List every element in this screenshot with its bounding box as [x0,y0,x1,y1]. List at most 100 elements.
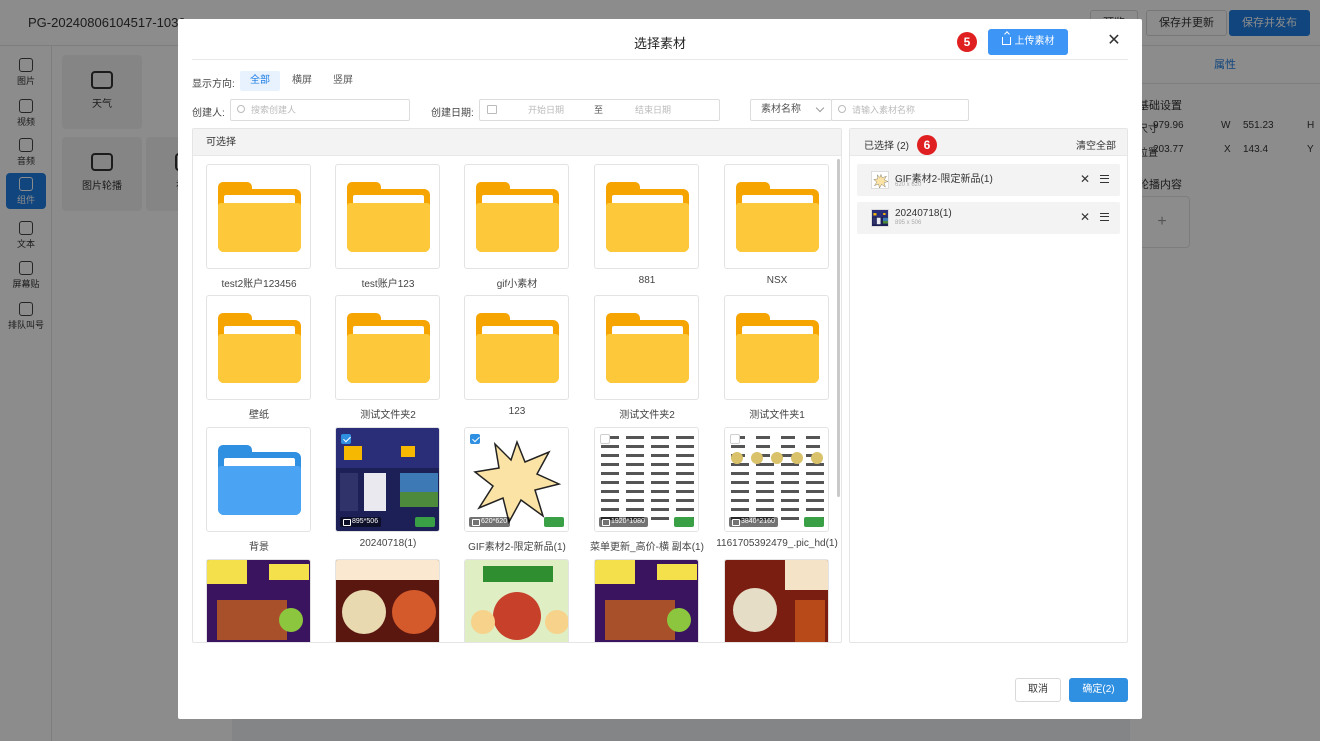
tile-label: 1161705392479_.pic_hd(1) [716,538,838,549]
tile-label: 测试文件夹2 [360,410,416,421]
available-pane: 可选择 test2账户123456 test账户123 gif小素材 881 NSX 壁纸… [192,128,842,643]
folder-tile[interactable] [206,295,311,400]
type-badge [544,517,564,527]
image-tile[interactable] [594,559,699,642]
selected-item[interactable]: GIF素材2-限定新品(1) 620 x 620 ✕ [857,164,1120,196]
selected-pane: 已选择 (2) 清空全部 GIF素材2-限定新品(1) 620 x 620 ✕ 202… [849,128,1128,643]
tile-label: gif小素材 [496,279,538,290]
close-icon[interactable]: ✕ [1105,31,1123,51]
selected-heading: 已选择 (2) [864,141,910,152]
orientation-label: 显示方向: [192,79,235,90]
selected-item[interactable]: 20240718(1) 895 x 506 ✕ [857,202,1120,234]
dimension-tag: 1920*1080 [599,517,648,527]
folder-icon [476,182,559,252]
step-badge-upload: 5 [957,32,977,52]
folder-tile[interactable] [464,164,569,269]
image-tile[interactable] [206,559,311,642]
tile-label: GIF素材2-限定新品(1) [468,542,566,553]
folder-tile[interactable] [206,427,311,532]
select-checkbox[interactable] [730,434,740,444]
thumbnail-image [336,560,439,642]
creator-placeholder: 搜索创建人 [251,105,297,115]
image-tile[interactable]: 1920*1080 [594,427,699,532]
date-start-placeholder: 开始日期 [528,105,565,115]
image-tile[interactable] [335,559,440,642]
selected-thumbnail [871,209,889,227]
folder-icon [736,313,819,383]
select-checkbox[interactable] [600,434,610,444]
date-end-placeholder: 结束日期 [635,105,672,115]
upload-material-button[interactable]: 上传素材 [988,29,1068,55]
selected-item-dimensions: 895 x 506 [895,220,922,226]
image-tile[interactable]: 895*506 [335,427,440,532]
selected-count: (2) [896,141,910,152]
drag-handle-icon[interactable] [1100,175,1109,183]
folder-tile[interactable] [335,164,440,269]
type-badge [674,517,694,527]
tile-label: 背景 [249,542,269,553]
select-material-dialog: 选择素材 5 上传素材 ✕ 显示方向: 全部 横屏 竖屏 创建人: 搜索创建人 … [178,19,1142,719]
search-icon [237,105,245,113]
image-tile[interactable]: 3840*2160 [724,427,829,532]
remove-icon[interactable]: ✕ [1080,210,1090,224]
folder-icon [218,445,301,515]
image-tile[interactable] [724,559,829,642]
tile-label: 测试文件夹2 [619,410,675,421]
tab-orientation-all[interactable]: 全部 [240,71,280,91]
available-heading: 可选择 [193,129,841,156]
creator-label: 创建人: [192,108,225,119]
folder-tile[interactable] [335,295,440,400]
tile-label: 壁纸 [249,410,269,421]
folder-icon [736,182,819,252]
folder-tile[interactable] [206,164,311,269]
tile-label: 881 [638,275,656,286]
step-badge-selected: 6 [917,135,937,155]
image-tile[interactable] [464,559,569,642]
folder-tile[interactable] [594,295,699,400]
type-badge [415,517,435,527]
creator-search-input[interactable]: 搜索创建人 [230,99,410,121]
search-field-select[interactable]: 素材名称 [750,99,832,121]
drag-handle-icon[interactable] [1100,213,1109,221]
date-range-picker[interactable]: 开始日期 至 结束日期 [479,99,720,121]
tile-label: 菜单更新_高价-横 副本(1) [590,542,704,553]
search-icon [838,105,846,113]
selected-item-dimensions: 620 x 620 [895,182,922,188]
folder-icon [218,313,301,383]
material-name-placeholder: 请输入素材名称 [852,105,916,115]
tile-label: NSX [766,275,788,286]
select-checkbox[interactable] [341,434,351,444]
tile-label: 20240718(1) [359,538,417,549]
chevron-down-icon [815,103,825,113]
folder-icon [476,313,559,383]
folder-tile[interactable] [724,295,829,400]
calendar-icon [487,105,497,114]
tab-orientation-landscape[interactable]: 横屏 [282,71,322,91]
tile-label: 123 [508,406,526,417]
selected-item-name: 20240718(1) [895,208,952,219]
image-tile[interactable]: 620*620 [464,427,569,532]
folder-tile[interactable] [594,164,699,269]
grid-scrollbar[interactable] [837,159,840,497]
thumbnail-image [872,172,888,188]
folder-icon [606,313,689,383]
tab-orientation-portrait[interactable]: 竖屏 [323,71,363,91]
tile-label: test2账户123456 [221,279,297,290]
select-value: 素材名称 [761,104,801,115]
select-checkbox[interactable] [470,434,480,444]
cancel-button[interactable]: 取消 [1015,678,1061,702]
selected-thumbnail [871,171,889,189]
title-divider [192,59,1128,60]
date-separator: 至 [594,105,604,115]
confirm-button[interactable]: 确定(2) [1069,678,1128,702]
thumbnail-image [595,560,698,642]
folder-tile[interactable] [464,295,569,400]
type-badge [804,517,824,527]
material-name-input[interactable]: 请输入素材名称 [831,99,969,121]
clear-all-button[interactable]: 清空全部 [1076,137,1116,152]
folder-tile[interactable] [724,164,829,269]
dimension-tag: 620*620 [469,517,511,527]
folder-icon [218,182,301,252]
remove-icon[interactable]: ✕ [1080,172,1090,186]
dimension-tag: 895*506 [340,517,382,527]
